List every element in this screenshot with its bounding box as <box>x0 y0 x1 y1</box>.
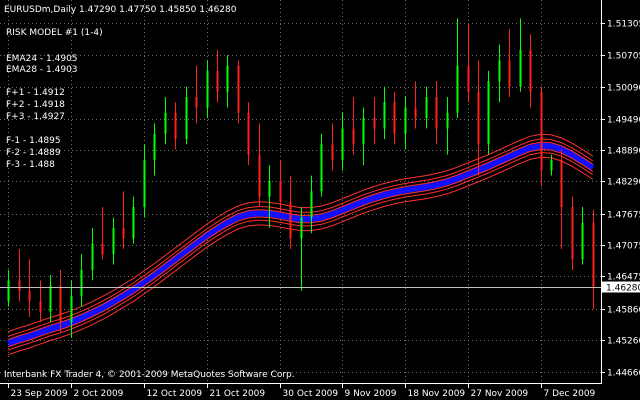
date-tick-label: 21 Oct 2009 <box>210 389 266 399</box>
candle-body <box>487 81 490 145</box>
candle-body <box>7 280 10 302</box>
candle-body <box>592 222 595 287</box>
price-tick-label: 1.45260 <box>607 337 640 347</box>
candle-body <box>195 97 198 108</box>
candle-body <box>279 180 282 202</box>
date-tick-label: 2 Oct 2009 <box>74 389 124 399</box>
indicator-ema28: EMA28 - 1.4903 <box>6 65 78 75</box>
candle-body <box>112 228 115 255</box>
candle-body <box>529 49 532 92</box>
candle-body <box>49 285 52 312</box>
candle-body <box>164 112 167 134</box>
price-tick-label: 1.49490 <box>607 116 640 126</box>
current-price-label: 1.46280 <box>606 284 640 294</box>
price-tick-label: 1.45860 <box>607 306 640 316</box>
date-tick-label: 7 Dec 2009 <box>544 389 596 399</box>
indicator-fplus3: F+3 - 1.4927 <box>6 112 65 122</box>
indicator-fminus3: F-3 - 1.488 <box>6 160 55 170</box>
candle-body <box>216 70 219 92</box>
candle-body <box>28 290 31 302</box>
candle-body <box>247 112 250 155</box>
price-tick-label: 1.47075 <box>607 242 640 252</box>
price-chart[interactable]: 1.51305 1.50705 1.50090 1.49490 1.48890 1.482… <box>0 0 640 400</box>
candle-body <box>508 60 511 87</box>
candle-body <box>414 107 417 118</box>
candle-body <box>425 97 428 118</box>
candle-body <box>174 112 177 139</box>
candle-body <box>153 133 156 160</box>
candle-body <box>477 91 480 145</box>
candle-body <box>560 159 563 208</box>
date-tick-label: 30 Oct 2009 <box>283 389 339 399</box>
candle-body <box>571 207 574 260</box>
date-tick-label: 27 Nov 2009 <box>471 389 529 399</box>
candle-body <box>393 102 396 134</box>
candle-body <box>101 243 104 255</box>
price-tick-label: 1.48890 <box>607 147 640 157</box>
candle-body <box>467 65 470 92</box>
candle-body <box>362 118 365 145</box>
candle-body <box>540 91 543 171</box>
candle-body <box>206 70 209 108</box>
candle-body <box>18 280 21 291</box>
candle-body <box>226 65 229 92</box>
candle-body <box>289 201 292 239</box>
candle-body <box>435 97 438 129</box>
candle-body <box>59 285 62 323</box>
candle-body <box>310 191 313 218</box>
candle-body <box>143 159 146 208</box>
candle-body <box>352 128 355 145</box>
candle-body <box>404 107 407 134</box>
candle-body <box>550 159 553 171</box>
candle-body <box>122 228 125 239</box>
candle-body <box>91 243 94 270</box>
candle-body <box>519 49 522 87</box>
candle-body <box>300 217 303 239</box>
candle-body <box>498 60 501 82</box>
candle-body <box>331 144 334 160</box>
candle-body <box>237 65 240 113</box>
candle-body <box>320 144 323 192</box>
indicator-fplus1: F+1 - 1.4912 <box>6 88 65 98</box>
price-tick-label: 1.48290 <box>607 178 640 188</box>
date-tick-label: 12 Oct 2009 <box>147 389 203 399</box>
indicator-ema24: EMA24 - 1.4905 <box>6 54 78 64</box>
risk-model-label: RISK MODEL #1 (1-4) <box>6 28 103 38</box>
price-tick-label: 1.44660 <box>607 369 640 379</box>
date-tick-label: 18 Nov 2009 <box>408 389 466 399</box>
candle-body <box>581 222 584 260</box>
candle-body <box>268 180 271 197</box>
candle-body <box>373 118 376 129</box>
price-tick-label: 1.50090 <box>607 84 640 94</box>
indicator-fminus2: F-2 - 1.4889 <box>6 148 61 158</box>
candle-body <box>132 207 135 239</box>
price-tick-label: 1.51305 <box>607 20 640 30</box>
candle-body <box>446 112 449 129</box>
candle-body <box>258 154 261 197</box>
candle-body <box>70 296 73 323</box>
candle-body <box>341 128 344 160</box>
chart-header: EURUSDm,Daily 1.47290 1.47750 1.45850 1.… <box>4 5 237 15</box>
price-tick-label: 1.50705 <box>607 52 640 62</box>
price-tick-label: 1.47675 <box>607 211 640 221</box>
date-tick-label: 9 Nov 2009 <box>345 389 397 399</box>
indicator-fminus1: F-1 - 1.4895 <box>6 136 61 146</box>
candle-body <box>456 65 459 113</box>
candle-body <box>39 301 42 312</box>
candle-body <box>383 102 386 129</box>
indicator-fplus2: F+2 - 1.4918 <box>6 100 65 110</box>
price-tick-label: 1.46475 <box>607 273 640 283</box>
copyright-footer: Interbank FX Trader 4, © 2001-2009 MetaQ… <box>4 370 295 380</box>
candle-body <box>185 97 188 139</box>
candle-body <box>80 269 83 297</box>
date-tick-label: 23 Sep 2009 <box>11 389 68 399</box>
